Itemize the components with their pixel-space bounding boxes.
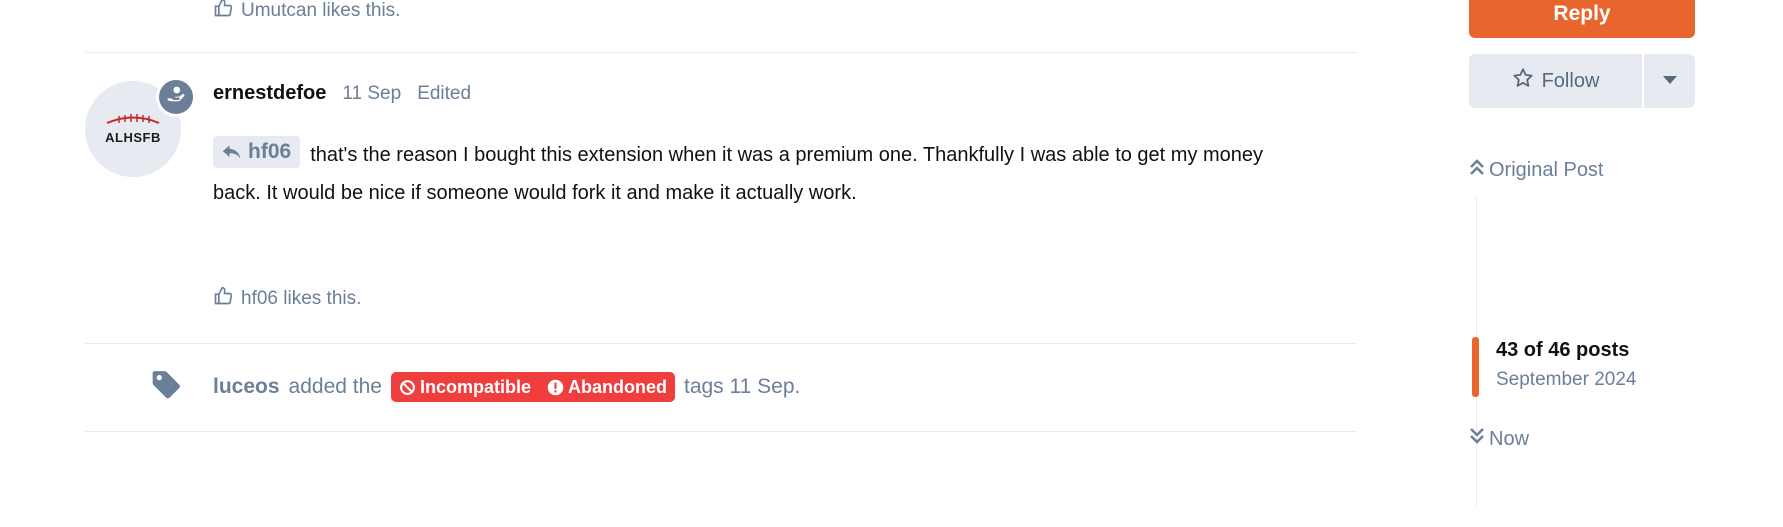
post-body-line1: that's the reason I bought this extensio… — [310, 144, 1264, 166]
reply-button[interactable]: Reply — [1469, 0, 1695, 38]
original-post-label: Original Post — [1489, 158, 1604, 181]
double-chevron-up-icon — [1469, 157, 1485, 183]
exclamation-circle-icon — [547, 379, 564, 395]
timeline-date: September 2024 — [1496, 369, 1637, 390]
follow-dropdown-button[interactable] — [1644, 54, 1695, 108]
previous-post-likes: Umutcan likes this. — [213, 0, 400, 24]
reply-mention[interactable]: hf06 — [213, 136, 301, 168]
thumbs-up-icon — [213, 0, 233, 24]
user-group-badge — [156, 77, 196, 117]
tag-label: Incompatible — [419, 376, 531, 397]
tag-icon — [150, 369, 182, 406]
post-body-line2: back. It would be nice if someone would … — [213, 182, 857, 204]
ban-icon — [400, 379, 415, 395]
star-icon — [1512, 67, 1534, 95]
avatar-text: ALHSFB — [105, 129, 161, 145]
tag-list: Incompatible Abandoned — [390, 372, 675, 402]
tag-label: Abandoned — [567, 376, 667, 397]
now-link[interactable]: Now — [1469, 426, 1529, 452]
post-divider — [85, 343, 1357, 344]
post-divider — [85, 431, 1357, 432]
tag-abandoned[interactable]: Abandoned — [547, 377, 667, 398]
reply-mention-name: hf06 — [248, 140, 292, 163]
follow-label: Follow — [1541, 69, 1600, 92]
event-username[interactable]: luceos — [213, 375, 280, 399]
post-edited-label[interactable]: Edited — [417, 83, 471, 105]
event-action-text: added the — [288, 375, 382, 398]
reply-icon — [222, 145, 241, 159]
now-label: Now — [1489, 427, 1530, 450]
timeline-handle[interactable] — [1472, 337, 1479, 397]
post-username[interactable]: ernestdefoe — [213, 82, 326, 105]
tag-event: luceos added the Incompatible Abandoned … — [213, 372, 800, 402]
thumbs-up-icon — [213, 286, 233, 312]
post-header: ernestdefoe 11 Sep Edited — [213, 82, 471, 105]
tag-incompatible[interactable]: Incompatible — [399, 377, 531, 398]
post-date[interactable]: 11 Sep — [342, 83, 401, 105]
post-like-text[interactable]: hf06 likes this. — [241, 288, 361, 310]
post-divider — [85, 52, 1357, 53]
post-body: hf06 that's the reason I bought this exte… — [213, 136, 1333, 212]
previous-post-like-text[interactable]: Umutcan likes this. — [241, 0, 400, 22]
timeline-post-count: 43 of 46 posts — [1496, 339, 1630, 361]
post-likes: hf06 likes this. — [213, 286, 361, 312]
caret-down-icon — [1662, 72, 1678, 90]
event-suffix: tags 11 Sep. — [683, 375, 801, 398]
hand-holding-icon — [166, 85, 186, 110]
avatar-logo-icon — [106, 113, 160, 124]
double-chevron-down-icon — [1469, 426, 1485, 452]
original-post-link[interactable]: Original Post — [1469, 157, 1604, 183]
follow-button[interactable]: Follow — [1469, 54, 1642, 108]
